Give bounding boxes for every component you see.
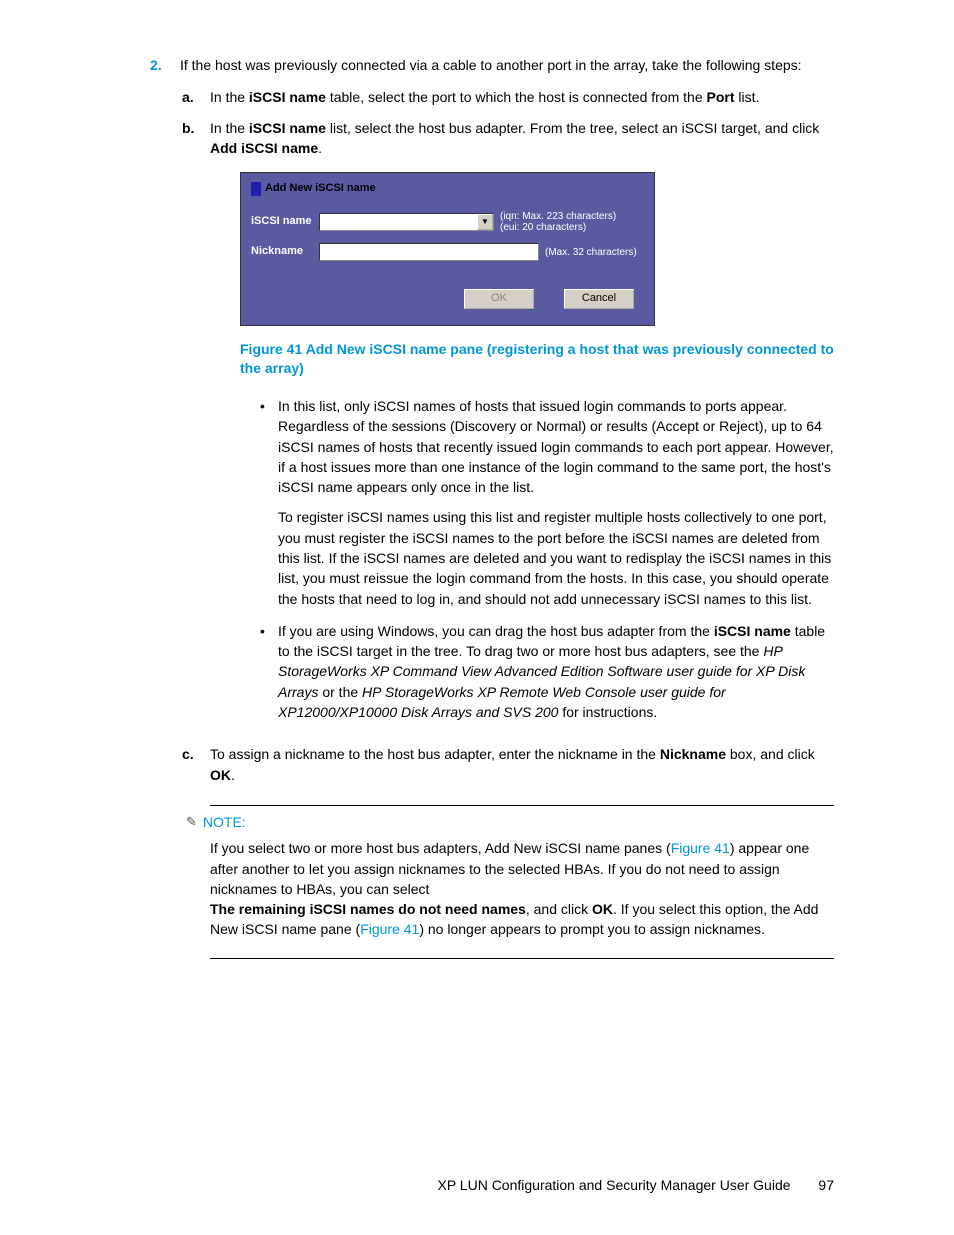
substep-c: c. To assign a nickname to the host bus … [180,744,834,785]
iscsi-hint: (iqn: Max. 223 characters) (eui: 20 char… [500,211,616,233]
step-body: If the host was previously connected via… [180,55,834,959]
figure-link[interactable]: Figure 41 [360,921,419,937]
iscsi-name-combo[interactable]: ▼ [319,213,494,231]
list-item: • If you are using Windows, you can drag… [260,621,834,722]
substeps: a. In the iSCSI name table, select the p… [180,87,834,785]
ok-button[interactable]: OK [464,289,534,309]
dialog-title: Add New iSCSI name [265,181,376,197]
page-number: 97 [818,1177,834,1193]
note-rule-bottom [210,958,834,959]
dropdown-icon[interactable]: ▼ [477,214,493,230]
figure-41: Add New iSCSI name iSCSI name ▼ (iqn: Ma… [240,172,834,326]
add-iscsi-dialog: Add New iSCSI name iSCSI name ▼ (iqn: Ma… [240,172,655,326]
nickname-label: Nickname [251,244,319,260]
dialog-title-row: Add New iSCSI name [251,181,644,197]
note-title: NOTE: [203,812,246,832]
note-header: ✎ NOTE: [186,812,834,832]
note-icon: ✎ [186,813,197,832]
cancel-button[interactable]: Cancel [564,289,634,309]
note-block: ✎ NOTE: If you select two or more host b… [210,805,834,959]
dialog-buttons: OK Cancel [251,289,644,309]
iscsi-name-row: iSCSI name ▼ (iqn: Max. 223 characters) … [251,211,644,233]
bullet-point: • [260,396,278,609]
list-item: • In this list, only iSCSI names of host… [260,396,834,609]
substep-a: a. In the iSCSI name table, select the p… [180,87,834,107]
nickname-input[interactable] [319,243,539,261]
note-body: If you select two or more host bus adapt… [210,838,834,939]
page-footer: XP LUN Configuration and Security Manage… [437,1175,834,1195]
substep-letter: b. [182,118,210,735]
substep-b: b. In the iSCSI name list, select the ho… [180,118,834,735]
step-intro: If the host was previously connected via… [180,55,834,75]
footer-title: XP LUN Configuration and Security Manage… [437,1177,790,1193]
nickname-row: Nickname (Max. 32 characters) [251,243,644,261]
substep-body: In the iSCSI name list, select the host … [210,118,834,735]
substep-body: To assign a nickname to the host bus ada… [210,744,834,785]
figure-caption: Figure 41 Add New iSCSI name pane (regis… [240,340,834,378]
iscsi-name-label: iSCSI name [251,214,319,230]
dialog-marker-icon [251,182,261,196]
substep-letter: a. [182,87,210,107]
substep-letter: c. [182,744,210,785]
nickname-hint: (Max. 32 characters) [545,247,637,258]
step-number: 2. [150,55,180,959]
bullet-body: If you are using Windows, you can drag t… [278,621,834,722]
figure-link[interactable]: Figure 41 [671,840,730,856]
bullet-list: • In this list, only iSCSI names of host… [260,396,834,722]
bullet-body: In this list, only iSCSI names of hosts … [278,396,834,609]
note-rule-top [210,805,834,806]
bullet-point: • [260,621,278,722]
substep-body: In the iSCSI name table, select the port… [210,87,834,107]
step-2: 2. If the host was previously connected … [150,55,834,959]
